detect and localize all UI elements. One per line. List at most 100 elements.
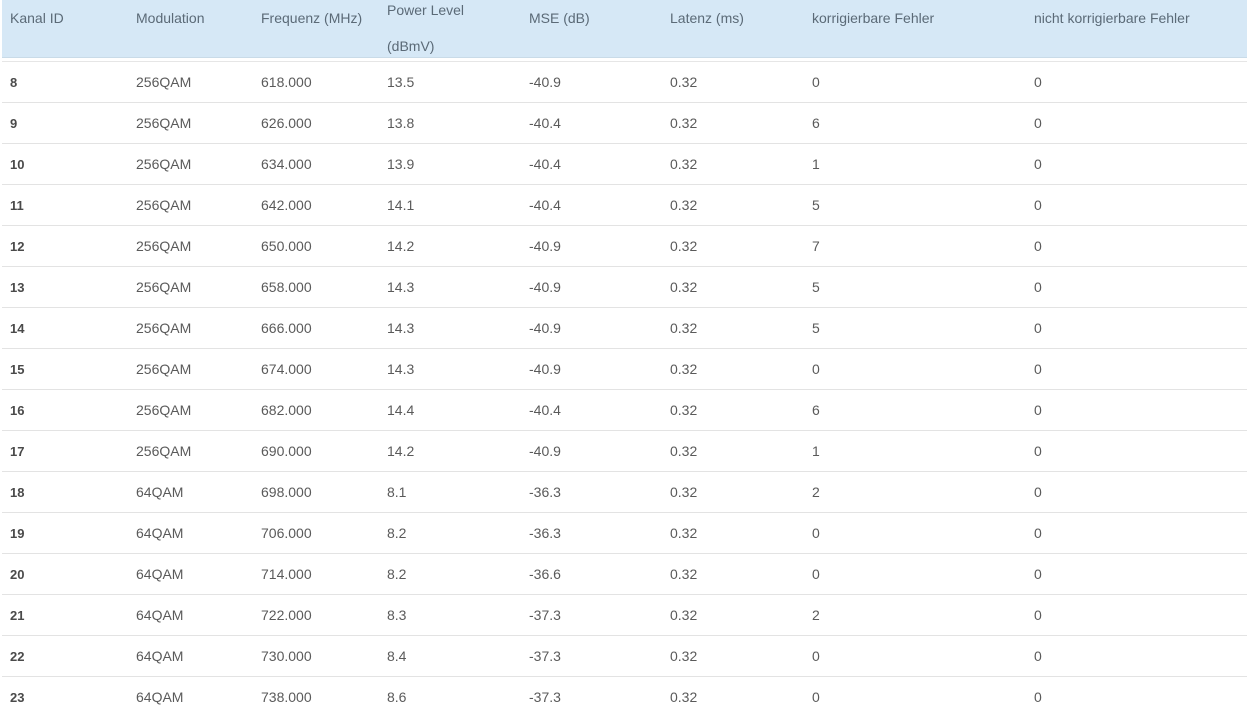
- cell-kanal-id: 16: [10, 403, 25, 418]
- cell-modulation: 64QAM: [136, 566, 184, 582]
- cell-korrigierbare-fehler: 6: [812, 402, 820, 418]
- cell-korrigierbare-fehler: 0: [812, 689, 820, 705]
- cell-kanal-id: 12: [10, 239, 25, 254]
- cell-korrigierbare-fehler: 2: [812, 484, 820, 500]
- cell-latenz: 0.32: [670, 443, 698, 459]
- cell-modulation: 256QAM: [136, 279, 192, 295]
- header-power-level-line2: (dBmV): [387, 38, 435, 54]
- cell-korrigierbare-fehler: 0: [812, 74, 820, 90]
- cell-korrigierbare-fehler: 0: [812, 361, 820, 377]
- cell-mse: -40.4: [529, 197, 561, 213]
- cell-nicht-korrigierbare-fehler: 0: [1034, 443, 1042, 459]
- cell-modulation: 256QAM: [136, 443, 192, 459]
- table-row: 23 64QAM 738.000 8.6 -37.3 0.32 0 0: [2, 677, 1247, 710]
- cell-power-level: 13.9: [387, 156, 415, 172]
- cell-latenz: 0.32: [670, 648, 698, 664]
- table-row: 19 64QAM 706.000 8.2 -36.3 0.32 0 0: [2, 513, 1247, 554]
- cell-latenz: 0.32: [670, 484, 698, 500]
- cell-frequenz: 722.000: [261, 607, 312, 623]
- cell-latenz: 0.32: [670, 74, 698, 90]
- cell-kanal-id: 15: [10, 362, 25, 377]
- cell-modulation: 256QAM: [136, 115, 192, 131]
- table-row: 16 256QAM 682.000 14.4 -40.4 0.32 6 0: [2, 390, 1247, 431]
- cell-korrigierbare-fehler: 2: [812, 607, 820, 623]
- cell-korrigierbare-fehler: 5: [812, 320, 820, 336]
- cell-nicht-korrigierbare-fehler: 0: [1034, 320, 1042, 336]
- cell-power-level: 13.8: [387, 115, 415, 131]
- cell-mse: -40.4: [529, 402, 561, 418]
- cell-korrigierbare-fehler: 1: [812, 156, 820, 172]
- table-row: 13 256QAM 658.000 14.3 -40.9 0.32 5 0: [2, 267, 1247, 308]
- cell-frequenz: 666.000: [261, 320, 312, 336]
- cell-modulation: 64QAM: [136, 525, 184, 541]
- table-row: 20 64QAM 714.000 8.2 -36.6 0.32 0 0: [2, 554, 1247, 595]
- cell-power-level: 14.3: [387, 320, 415, 336]
- cell-nicht-korrigierbare-fehler: 0: [1034, 238, 1042, 254]
- cell-frequenz: 682.000: [261, 402, 312, 418]
- cell-latenz: 0.32: [670, 361, 698, 377]
- cell-korrigierbare-fehler: 0: [812, 525, 820, 541]
- cell-frequenz: 690.000: [261, 443, 312, 459]
- downstream-channel-table: Kanal ID Modulation Frequenz (MHz) Power…: [0, 0, 1247, 710]
- cell-power-level: 14.4: [387, 402, 415, 418]
- cell-frequenz: 658.000: [261, 279, 312, 295]
- cell-kanal-id: 13: [10, 280, 25, 295]
- table-row: 9 256QAM 626.000 13.8 -40.4 0.32 6 0: [2, 103, 1247, 144]
- cell-nicht-korrigierbare-fehler: 0: [1034, 361, 1042, 377]
- cell-kanal-id: 17: [10, 444, 25, 459]
- cell-frequenz: 738.000: [261, 689, 312, 705]
- cell-korrigierbare-fehler: 0: [812, 648, 820, 664]
- table-row: 22 64QAM 730.000 8.4 -37.3 0.32 0 0: [2, 636, 1247, 677]
- cell-power-level: 13.5: [387, 74, 415, 90]
- cell-nicht-korrigierbare-fehler: 0: [1034, 525, 1042, 541]
- cell-power-level: 8.2: [387, 566, 407, 582]
- cell-korrigierbare-fehler: 6: [812, 115, 820, 131]
- cell-mse: -40.9: [529, 320, 561, 336]
- cell-mse: -40.9: [529, 361, 561, 377]
- cell-nicht-korrigierbare-fehler: 0: [1034, 402, 1042, 418]
- header-power-level-line1: Power Level: [387, 2, 465, 18]
- cell-modulation: 256QAM: [136, 156, 192, 172]
- cell-latenz: 0.32: [670, 197, 698, 213]
- cell-nicht-korrigierbare-fehler: 0: [1034, 689, 1042, 705]
- cell-power-level: 14.2: [387, 238, 415, 254]
- cell-modulation: 64QAM: [136, 648, 184, 664]
- cell-modulation: 64QAM: [136, 689, 184, 705]
- cell-kanal-id: 21: [10, 608, 25, 623]
- cell-nicht-korrigierbare-fehler: 0: [1034, 74, 1042, 90]
- table-row: 21 64QAM 722.000 8.3 -37.3 0.32 2 0: [2, 595, 1247, 636]
- cell-mse: -37.3: [529, 648, 561, 664]
- cell-frequenz: 674.000: [261, 361, 312, 377]
- cell-kanal-id: 20: [10, 567, 25, 582]
- table-body: 8 256QAM 618.000 13.5 -40.9 0.32 0 0 9 256QAM 626.…: [2, 62, 1247, 710]
- cell-frequenz: 714.000: [261, 566, 312, 582]
- cell-modulation: 64QAM: [136, 484, 184, 500]
- cell-kanal-id: 19: [10, 526, 25, 541]
- header-frequenz: Frequenz (MHz): [261, 10, 363, 26]
- header-modulation: Modulation: [136, 10, 205, 26]
- header-latenz: Latenz (ms): [670, 10, 744, 26]
- cell-latenz: 0.32: [670, 566, 698, 582]
- cell-power-level: 14.2: [387, 443, 415, 459]
- table-row: 12 256QAM 650.000 14.2 -40.9 0.32 7 0: [2, 226, 1247, 267]
- cell-kanal-id: 23: [10, 690, 25, 705]
- cell-kanal-id: 22: [10, 649, 25, 664]
- cell-korrigierbare-fehler: 1: [812, 443, 820, 459]
- table-row: 8 256QAM 618.000 13.5 -40.9 0.32 0 0: [2, 62, 1247, 103]
- cell-kanal-id: 14: [10, 321, 25, 336]
- cell-power-level: 14.3: [387, 279, 415, 295]
- cell-korrigierbare-fehler: 0: [812, 566, 820, 582]
- cell-korrigierbare-fehler: 5: [812, 197, 820, 213]
- cell-mse: -40.4: [529, 156, 561, 172]
- cell-frequenz: 634.000: [261, 156, 312, 172]
- table-header: Kanal ID Modulation Frequenz (MHz) Power…: [2, 0, 1247, 58]
- table-row: 11 256QAM 642.000 14.1 -40.4 0.32 5 0: [2, 185, 1247, 226]
- cell-mse: -40.9: [529, 238, 561, 254]
- cell-modulation: 256QAM: [136, 197, 192, 213]
- cell-modulation: 256QAM: [136, 238, 192, 254]
- cell-kanal-id: 18: [10, 485, 25, 500]
- cell-latenz: 0.32: [670, 525, 698, 541]
- cell-nicht-korrigierbare-fehler: 0: [1034, 279, 1042, 295]
- cell-mse: -36.3: [529, 484, 561, 500]
- cell-nicht-korrigierbare-fehler: 0: [1034, 484, 1042, 500]
